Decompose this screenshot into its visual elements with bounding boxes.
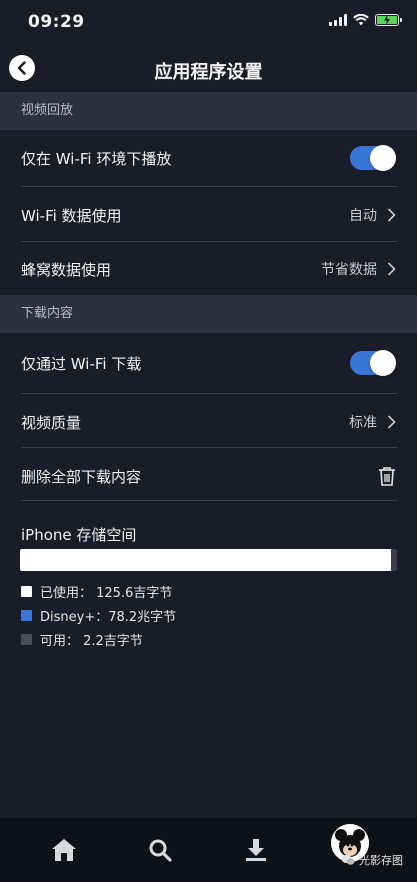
setting-row-wifi-data[interactable]: Wi-Fi 数据使用 自动 [0,188,417,242]
wifi-playback-toggle[interactable] [350,145,396,171]
tab-downloads[interactable] [236,832,276,868]
divider [21,186,397,187]
toggle-knob [370,350,396,376]
setting-value: 标准 [349,412,396,432]
legend-used: 已使用： 125.6吉字节 [21,582,172,601]
wifi-download-toggle[interactable] [350,350,396,376]
cellular-signal-icon [329,14,347,26]
legend-swatch [21,586,32,597]
legend-disney: Disney+：78.2兆字节 [21,606,176,625]
tab-home[interactable] [44,832,84,868]
legend-label: 可用： 2.2吉字节 [40,634,143,649]
divider [21,393,397,394]
battery-icon [375,14,402,26]
setting-label: 蜂窝数据使用 [21,260,112,279]
section-header-playback: 视频回放 [0,92,417,130]
watermark-text: 光影存图 [359,854,403,867]
home-icon [52,839,76,861]
setting-row-cellular-data[interactable]: 蜂窝数据使用 节省数据 [0,242,417,296]
trash-icon[interactable] [378,466,396,486]
divider [21,500,397,501]
video-quality-value: 标准 [349,415,377,431]
wifi-icon [353,14,369,26]
cellular-data-value: 节省数据 [321,262,377,278]
setting-label: Wi-Fi 数据使用 [21,206,122,225]
setting-row-wifi-download: 仅通过 Wi-Fi 下载 [0,336,417,390]
setting-label: 视频质量 [21,413,82,432]
download-icon [246,839,266,861]
wifi-data-value: 自动 [349,208,377,224]
status-time: 09:29 [28,12,85,32]
legend-swatch [21,634,32,645]
watermark: 光影存图 [341,852,403,868]
storage-title: iPhone 存储空间 [21,526,137,544]
divider [21,447,397,448]
legend-swatch [21,610,32,621]
toggle-knob [370,145,396,171]
search-icon [149,839,172,862]
setting-label: 删除全部下载内容 [21,467,142,486]
setting-value: 自动 [349,205,396,225]
chevron-right-icon [387,208,396,222]
chevron-right-icon [387,415,396,429]
setting-label: 仅通过 Wi-Fi 下载 [21,354,142,373]
status-icons [329,14,402,26]
setting-row-delete-downloads[interactable]: 删除全部下载内容 [0,449,417,503]
setting-value: 节省数据 [321,259,396,279]
chevron-right-icon [387,262,396,276]
setting-row-video-quality[interactable]: 视频质量 标准 [0,395,417,449]
setting-row-wifi-playback: 仅在 Wi-Fi 环境下播放 [0,131,417,185]
legend-label: 已使用： 125.6吉字节 [40,586,173,601]
storage-used-fill [20,549,392,571]
legend-label: Disney+：78.2兆字节 [40,610,177,625]
storage-usage-bar [20,549,397,571]
legend-available: 可用： 2.2吉字节 [21,630,143,649]
section-header-downloads: 下载内容 [0,295,417,333]
app-header: 应用程序设置 [0,44,417,92]
status-bar: 09:29 [0,0,417,44]
page-title: 应用程序设置 [154,62,263,83]
tab-search[interactable] [140,832,180,868]
setting-label: 仅在 Wi-Fi 环境下播放 [21,149,172,168]
wechat-logo-icon [341,855,355,865]
